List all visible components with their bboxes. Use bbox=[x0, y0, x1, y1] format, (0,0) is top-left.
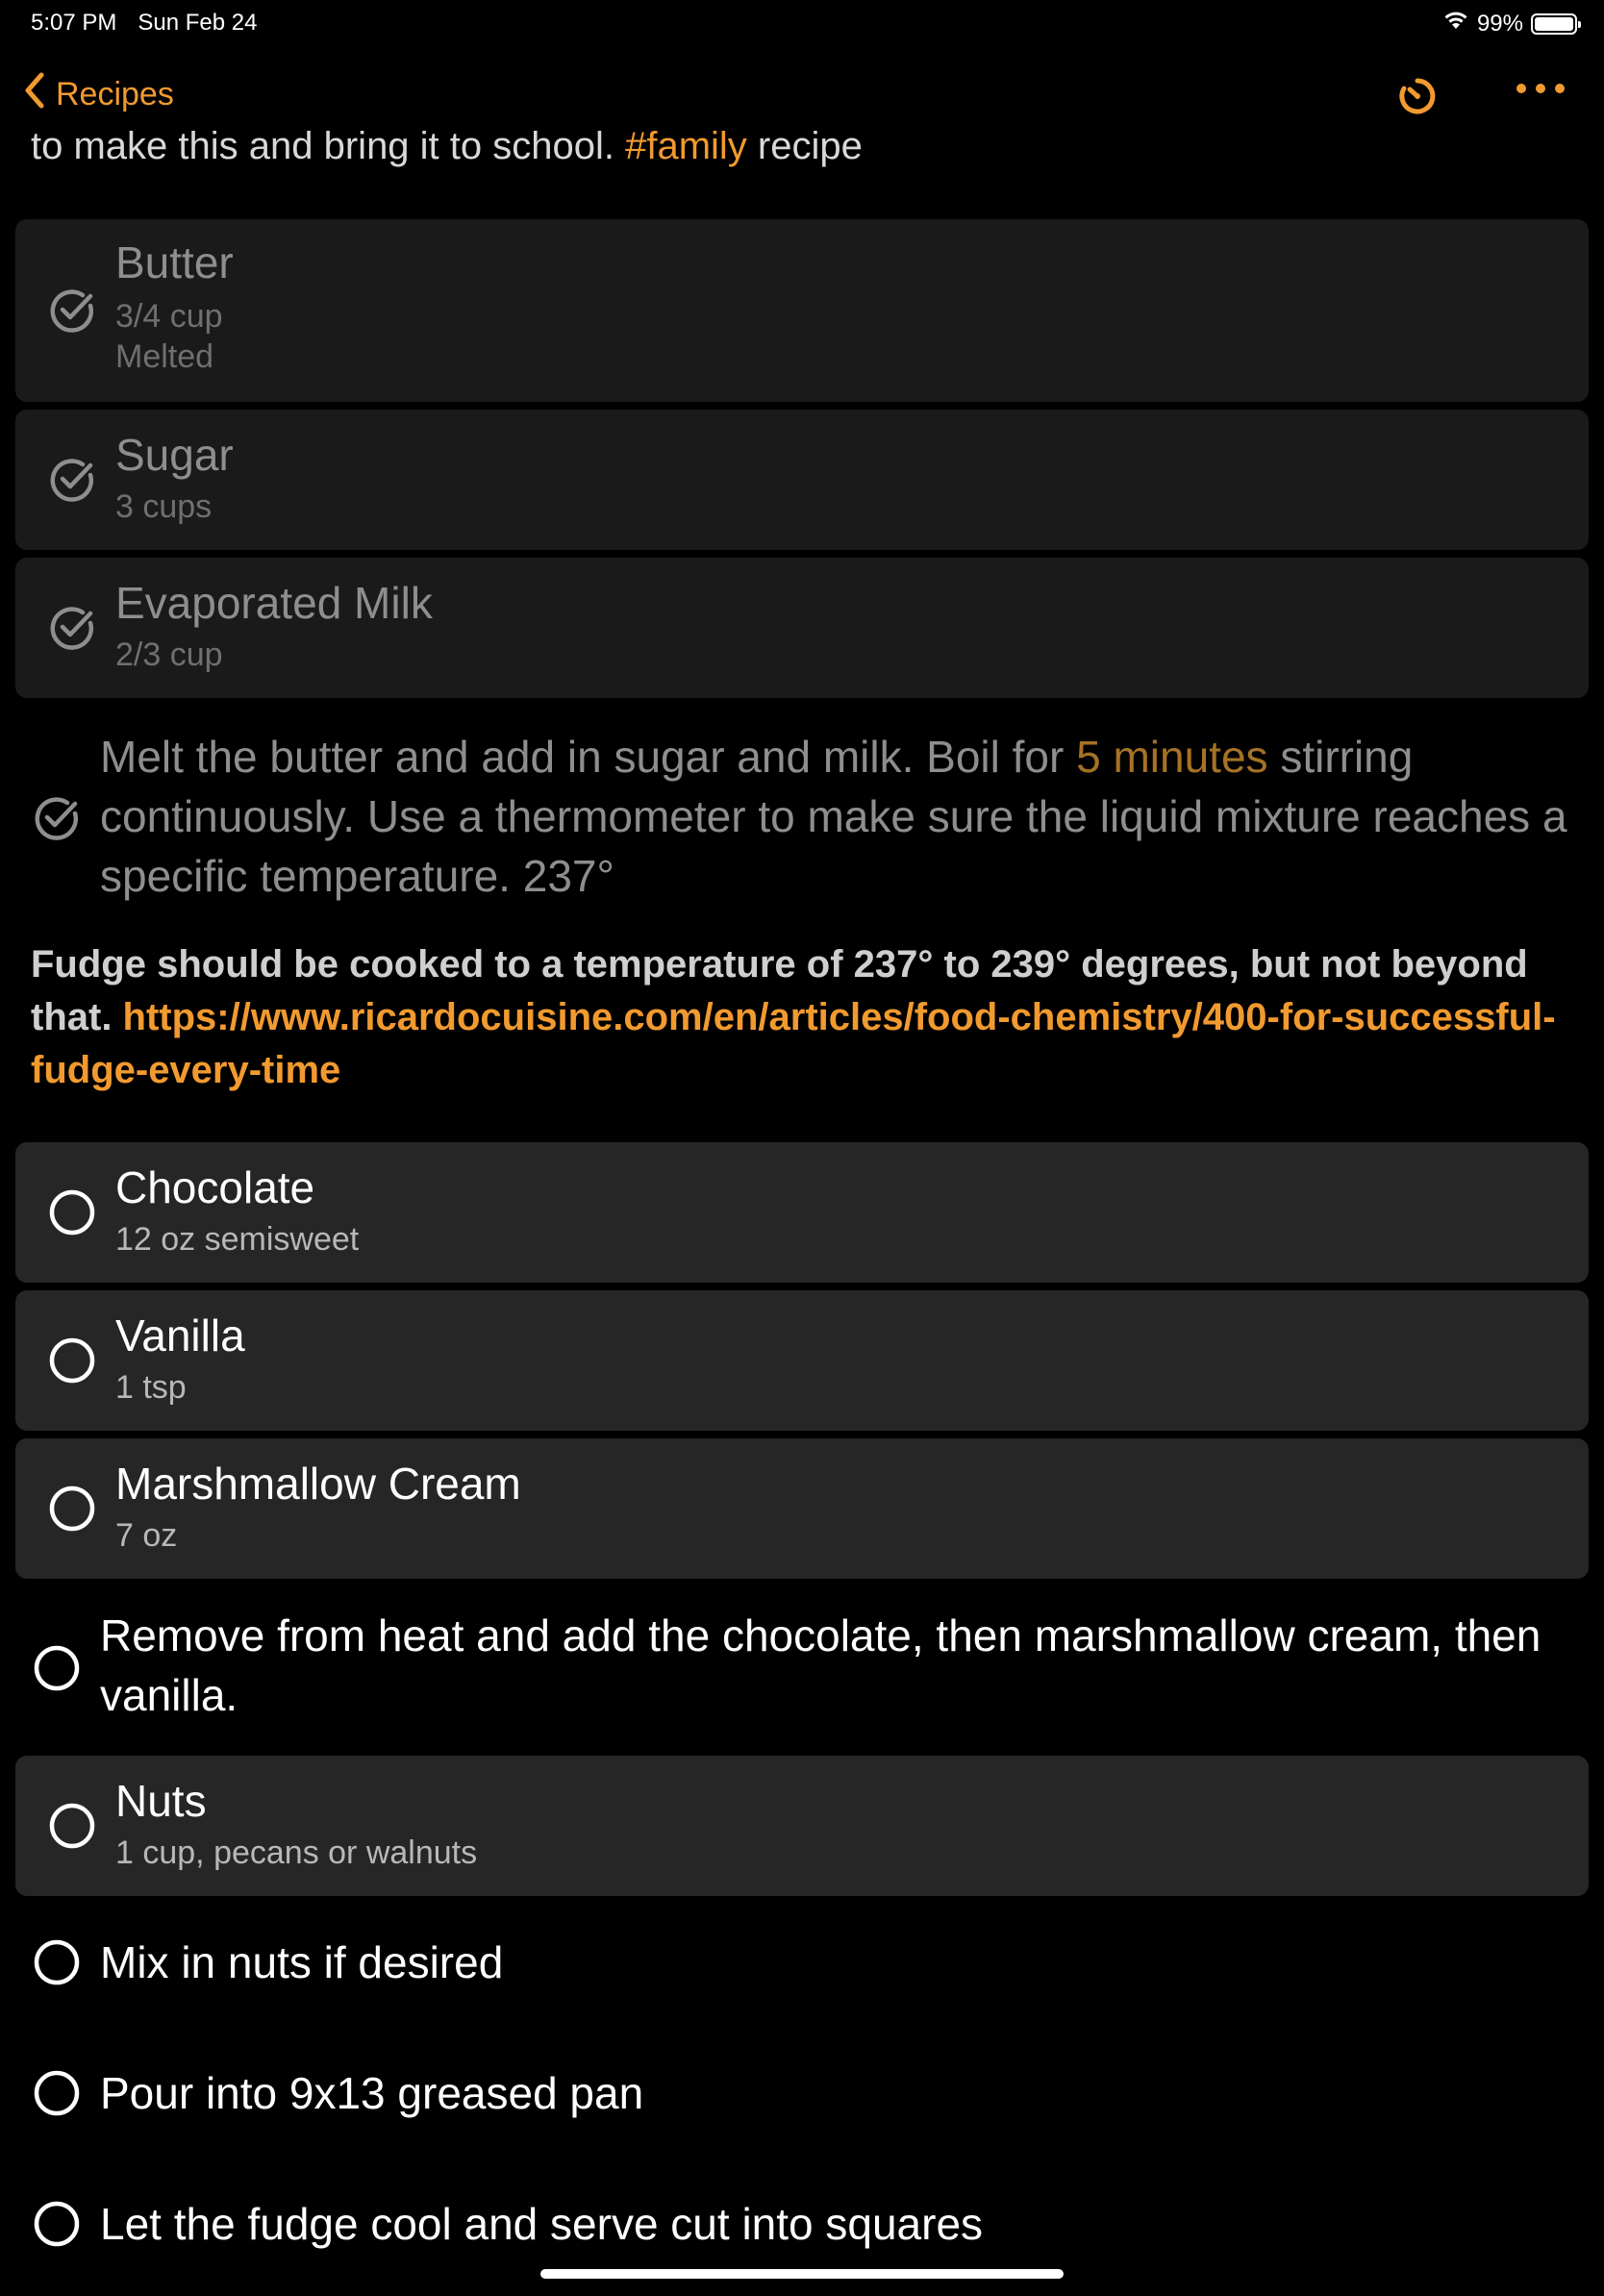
ingredient-vanilla[interactable]: Vanilla 1 tsp bbox=[15, 1290, 1589, 1431]
step-pour-into-pan[interactable]: Pour into 9x13 greased pan bbox=[0, 2068, 1604, 2146]
ingredient-butter[interactable]: Butter 3/4 cup Melted bbox=[15, 219, 1589, 402]
recipe-note: Fudge should be cooked to a temperature … bbox=[31, 938, 1569, 1097]
ingredient-amount: 1 cup, pecans or walnuts bbox=[115, 1834, 478, 1871]
status-left: 5:07 PM Sun Feb 24 bbox=[31, 10, 257, 37]
ingredient-marshmallow-cream[interactable]: Marshmallow Cream 7 oz bbox=[15, 1438, 1589, 1579]
timer-button[interactable] bbox=[1396, 75, 1439, 122]
ingredient-amount: 3 cups bbox=[115, 488, 213, 525]
step-melt-butter[interactable]: Melt the butter and add in sugar and mil… bbox=[0, 727, 1604, 919]
ingredient-amount: 2/3 cup bbox=[115, 636, 223, 673]
ingredient-name: Chocolate bbox=[115, 1162, 315, 1212]
ingredient-name: Evaporated Milk bbox=[115, 578, 433, 628]
status-bar: 5:07 PM Sun Feb 24 99% bbox=[0, 0, 1604, 44]
ingredient-name: Vanilla bbox=[115, 1310, 245, 1360]
chevron-left-icon bbox=[23, 71, 56, 118]
empty-circle-icon[interactable] bbox=[33, 2069, 81, 2117]
wifi-icon bbox=[1442, 10, 1469, 37]
ingredient-name: Nuts bbox=[115, 1776, 207, 1826]
ingredient-sugar[interactable]: Sugar 3 cups bbox=[15, 410, 1589, 550]
home-indicator[interactable] bbox=[540, 2269, 1064, 2279]
ingredient-nuts[interactable]: Nuts 1 cup, pecans or walnuts bbox=[15, 1756, 1589, 1896]
battery-icon bbox=[1531, 12, 1581, 35]
family-tag[interactable]: #family bbox=[625, 125, 747, 167]
step-mix-in-nuts[interactable]: Mix in nuts if desired bbox=[0, 1937, 1604, 2015]
ingredient-chocolate[interactable]: Chocolate 12 oz semisweet bbox=[15, 1142, 1589, 1283]
description-text: to make this and bring it to school. bbox=[31, 125, 626, 167]
back-button[interactable]: Recipes bbox=[23, 71, 174, 118]
note-link[interactable]: https://www.ricardocuisine.com/en/articl… bbox=[31, 996, 1556, 1091]
more-options-button[interactable] bbox=[1514, 81, 1567, 101]
step-text: Melt the butter and add in sugar and mil… bbox=[100, 732, 1567, 901]
ingredient-evaporated-milk[interactable]: Evaporated Milk 2/3 cup bbox=[15, 558, 1589, 698]
checkmark-circle-icon[interactable] bbox=[48, 287, 96, 335]
step-text: Let the fudge cool and serve cut into sq… bbox=[100, 2199, 984, 2249]
step-cool-and-serve[interactable]: Let the fudge cool and serve cut into sq… bbox=[0, 2199, 1604, 2277]
empty-circle-icon[interactable] bbox=[48, 1485, 96, 1533]
ingredient-name: Sugar bbox=[115, 430, 234, 480]
status-right: 99% bbox=[1442, 10, 1581, 37]
checkmark-circle-icon[interactable] bbox=[48, 604, 96, 652]
empty-circle-icon[interactable] bbox=[48, 1336, 96, 1385]
ingredient-amount: 1 tsp bbox=[115, 1369, 187, 1406]
navigation-bar: Recipes bbox=[0, 60, 1604, 127]
empty-circle-icon[interactable] bbox=[33, 2200, 81, 2248]
status-time: 5:07 PM bbox=[31, 10, 117, 36]
recipe-description: to make this and bring it to school. #fa… bbox=[31, 123, 863, 169]
ingredient-name: Marshmallow Cream bbox=[115, 1459, 521, 1509]
empty-circle-icon[interactable] bbox=[33, 1644, 81, 1692]
description-text-end: recipe bbox=[746, 125, 863, 167]
empty-circle-icon[interactable] bbox=[48, 1802, 96, 1850]
step-text: Mix in nuts if desired bbox=[100, 1937, 504, 1987]
step-remove-from-heat[interactable]: Remove from heat and add the chocolate, … bbox=[0, 1606, 1604, 1740]
battery-percent: 99% bbox=[1476, 10, 1523, 37]
timer-icon bbox=[1396, 78, 1439, 121]
ingredient-amount: 12 oz semisweet bbox=[115, 1221, 360, 1258]
back-label: Recipes bbox=[56, 76, 174, 112]
status-date: Sun Feb 24 bbox=[138, 10, 258, 36]
empty-circle-icon[interactable] bbox=[33, 1938, 81, 1986]
checkmark-circle-icon[interactable] bbox=[48, 456, 96, 504]
checkmark-circle-icon[interactable] bbox=[33, 794, 81, 842]
step-text: Pour into 9x13 greased pan bbox=[100, 2068, 644, 2118]
ellipsis-icon bbox=[1514, 84, 1567, 100]
ingredient-note: Melted bbox=[115, 338, 214, 375]
timer-link[interactable]: 5 minutes bbox=[1076, 732, 1267, 782]
empty-circle-icon[interactable] bbox=[48, 1188, 96, 1236]
ingredient-name: Butter bbox=[115, 237, 234, 287]
step-text: Remove from heat and add the chocolate, … bbox=[100, 1610, 1541, 1720]
ingredient-amount: 3/4 cup bbox=[115, 298, 223, 335]
ingredient-amount: 7 oz bbox=[115, 1517, 178, 1554]
